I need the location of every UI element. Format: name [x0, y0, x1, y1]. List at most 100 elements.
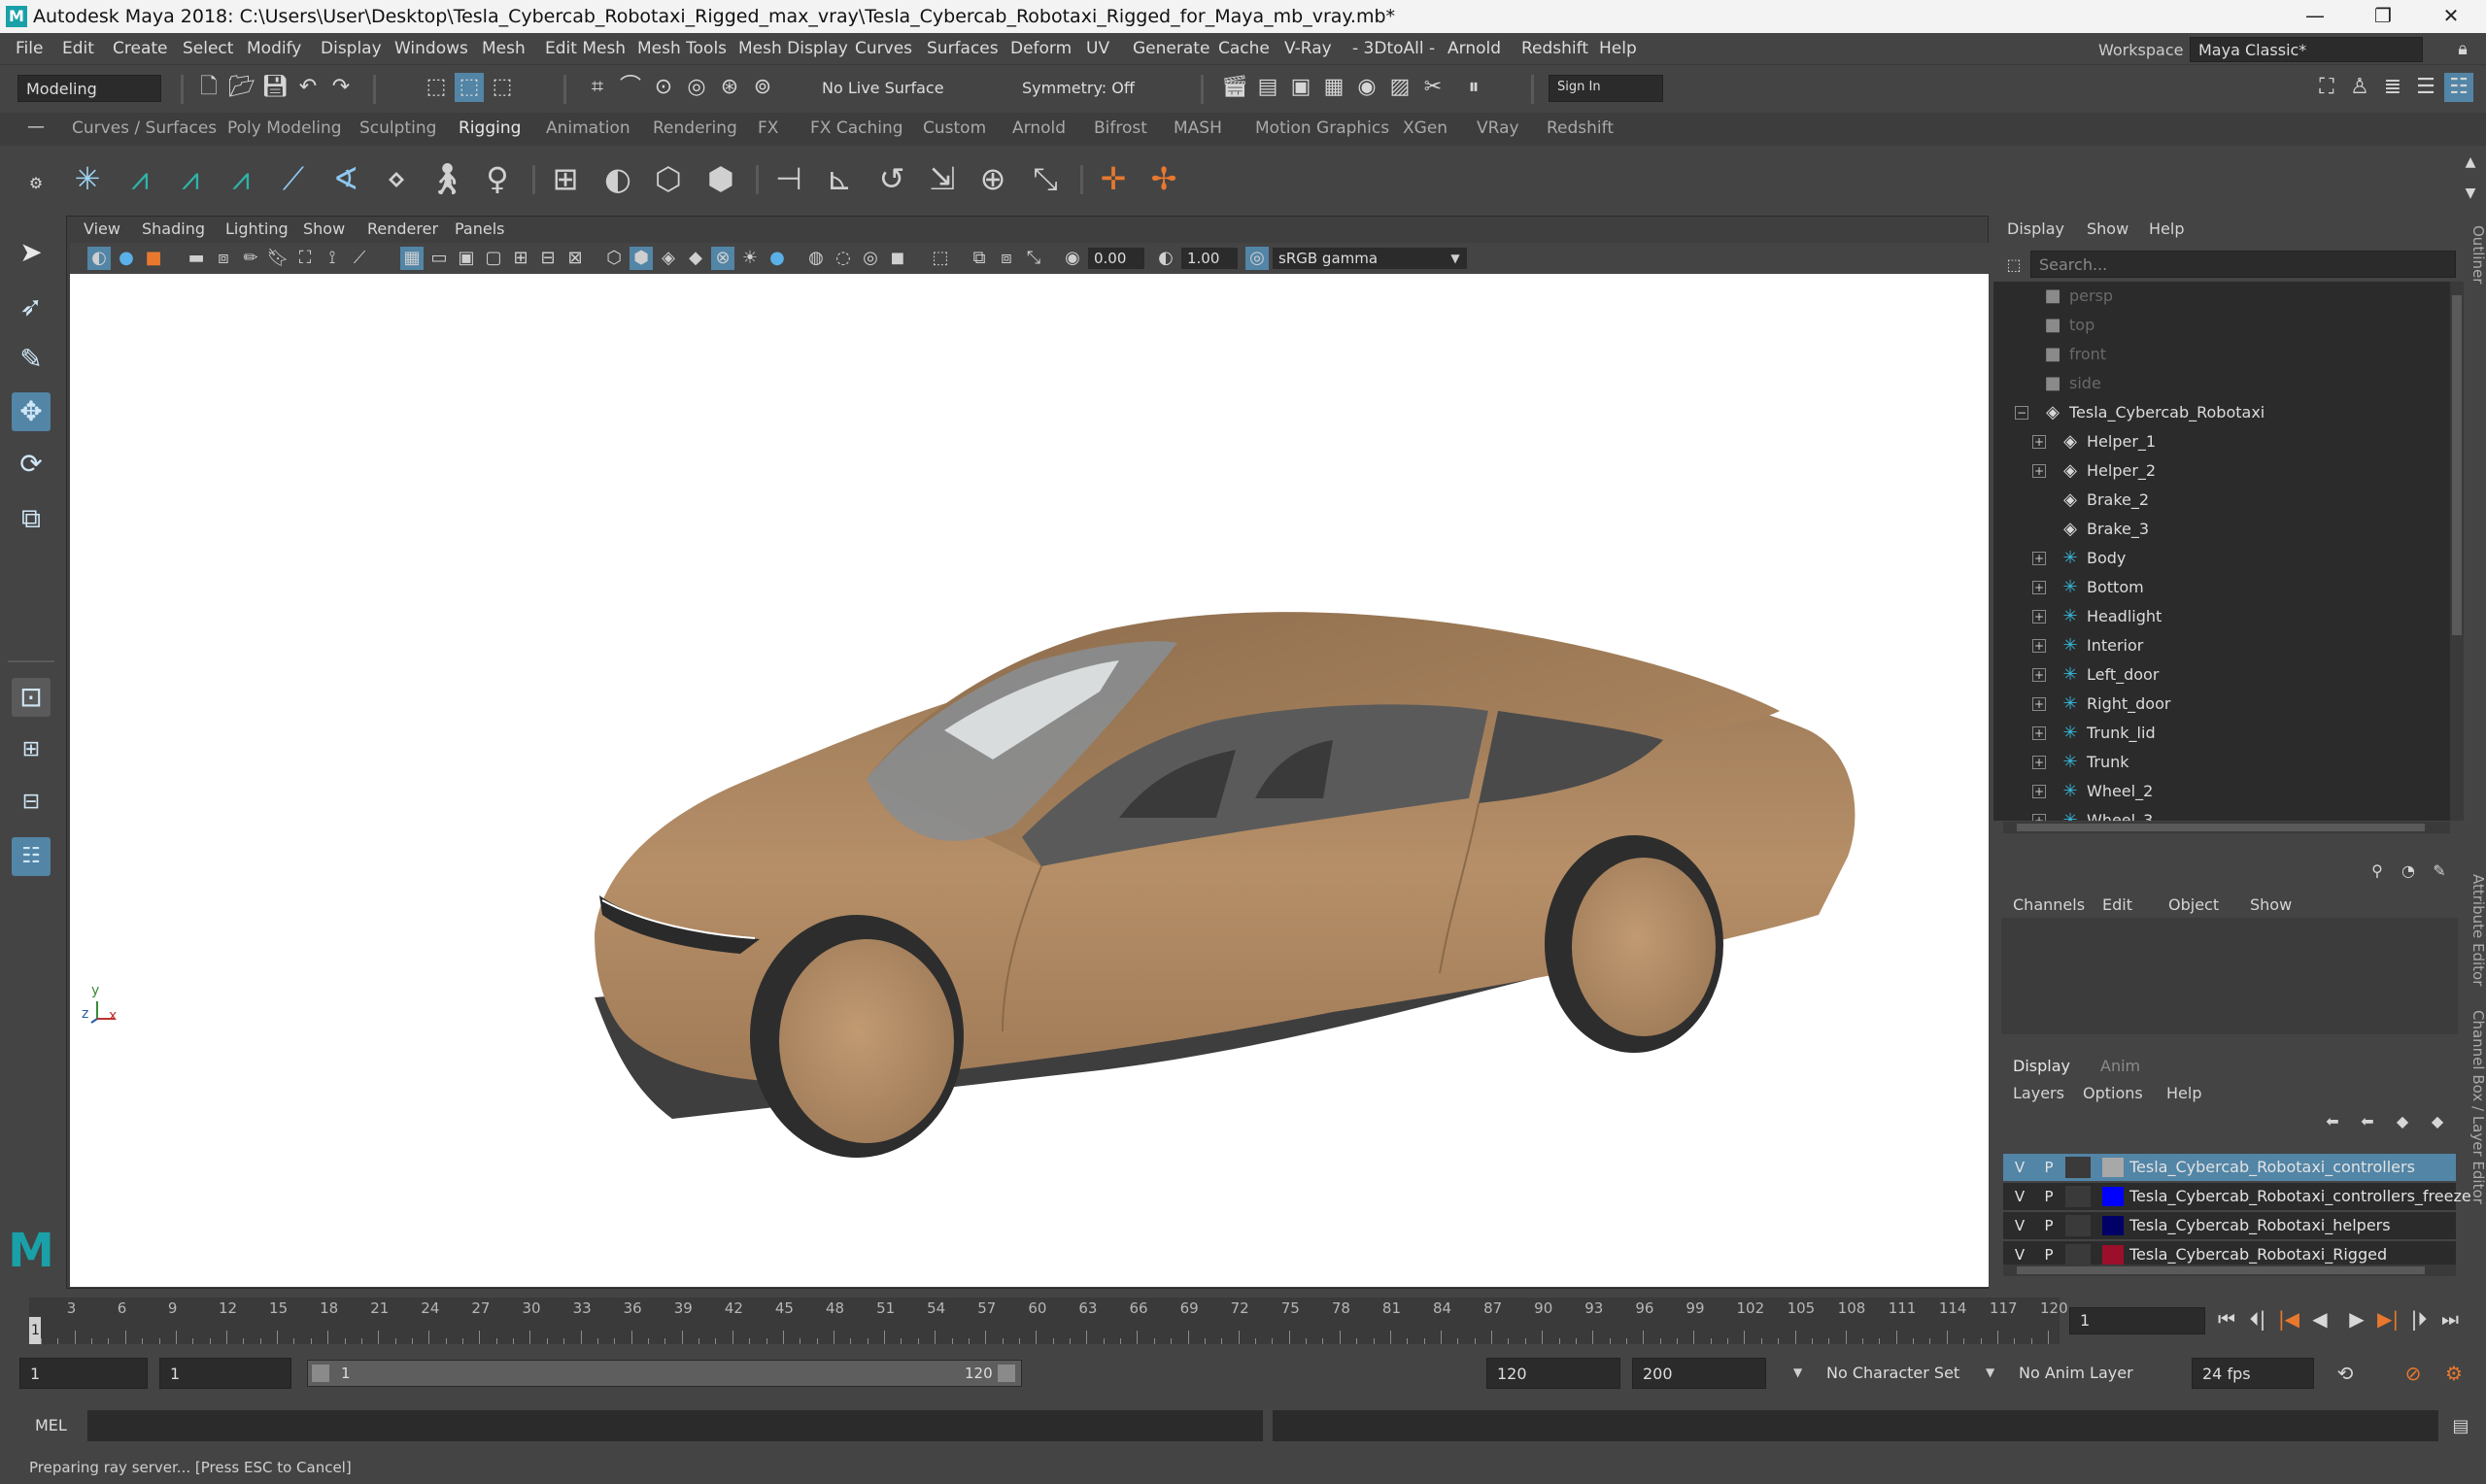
motion-blur-icon[interactable]: ◍ — [804, 247, 828, 270]
minimize-button[interactable]: — — [2281, 0, 2349, 33]
scrollbar-thumb[interactable] — [2017, 1266, 2425, 1274]
shelf-tab-xgen[interactable]: XGen — [1403, 118, 1447, 138]
shelf-tab-rigging[interactable]: Rigging — [459, 118, 521, 138]
layer-row[interactable]: V P Tesla_Cybercab_Robotaxi_controllers_fr… — [2003, 1183, 2471, 1210]
side-tab-channel-box[interactable]: Channel Box / Layer Editor — [2469, 1010, 2486, 1204]
parent-constraint-icon[interactable]: ⊣ — [767, 157, 810, 200]
layer-playback-toggle[interactable]: P — [2036, 1213, 2061, 1238]
step-forward-key-icon[interactable]: ▶| — [2374, 1305, 2401, 1332]
sign-in-button[interactable]: Sign In — [1549, 75, 1663, 102]
menu-surfaces[interactable]: Surfaces — [927, 39, 999, 58]
shelf-tab-fx-caching[interactable]: FX Caching — [810, 118, 903, 138]
viewport-menu-shading[interactable]: Shading — [142, 219, 205, 238]
layer-tab-anim[interactable]: Anim — [2100, 1057, 2140, 1075]
outliner-item[interactable]: ■ top — [1993, 311, 2450, 340]
frame-selection-icon[interactable]: ⤡ — [1022, 247, 1045, 270]
move-layer-up-icon[interactable]: ⬅ — [2318, 1107, 2347, 1136]
outliner-item[interactable]: ◈ Brake_3 — [1993, 515, 2450, 544]
layer-visibility-toggle[interactable]: V — [2007, 1155, 2032, 1180]
side-tab-attribute-editor[interactable]: Attribute Editor — [2469, 874, 2486, 986]
outliner-search-input[interactable]: Search... — [2030, 251, 2456, 278]
character-set-chevron-icon[interactable]: ▼ — [1793, 1366, 1802, 1379]
grease-pencil-icon[interactable]: ✏ — [239, 247, 262, 270]
bookmark-icon[interactable]: ■ — [142, 247, 165, 270]
locator-icon[interactable]: ✛ — [1092, 157, 1135, 200]
expand-icon[interactable]: + — [2032, 610, 2046, 624]
menu-mesh-display[interactable]: Mesh Display — [738, 39, 848, 58]
orient-joint-icon[interactable]: ∢ — [324, 157, 367, 200]
render-view-icon[interactable]: ▨ — [1385, 73, 1414, 102]
layer-playback-toggle[interactable]: P — [2036, 1155, 2061, 1180]
wrap-icon[interactable]: ⬡ — [647, 157, 690, 200]
menu-set-dropdown[interactable]: Modeling — [17, 75, 161, 102]
outliner-menu-show[interactable]: Show — [2087, 219, 2128, 238]
channelbox-menu-object[interactable]: Object — [2168, 895, 2219, 914]
side-tab-outliner[interactable]: Outliner — [2469, 225, 2486, 284]
workspace-dropdown[interactable]: Maya Classic* — [2190, 37, 2423, 62]
grid-icon[interactable]: ▦ — [400, 247, 424, 270]
viewport-menu-renderer[interactable]: Renderer — [367, 219, 438, 238]
menu-arnold[interactable]: Arnold — [1447, 39, 1501, 58]
shelf-menu-icon[interactable]: — — [21, 113, 51, 142]
expand-icon[interactable]: + — [2032, 697, 2046, 711]
auto-key-icon[interactable]: ⊘ — [2400, 1360, 2427, 1387]
outliner-item[interactable]: + ✳ Left_door — [1993, 660, 2450, 690]
viewport-menu-show[interactable]: Show — [303, 219, 345, 238]
menu-help[interactable]: Help — [1599, 39, 1637, 58]
select-component-icon[interactable]: ⬚ — [488, 73, 517, 102]
fps-dropdown[interactable]: 24 fps — [2192, 1358, 2314, 1389]
camera-attributes-icon[interactable]: ● — [115, 247, 138, 270]
attribute-icon[interactable]: ⚲ — [2363, 857, 2392, 886]
channelbox-menu-channels[interactable]: Channels — [2013, 895, 2085, 914]
go-to-end-icon[interactable]: ⏭ — [2436, 1305, 2464, 1332]
expand-icon[interactable]: + — [2032, 639, 2046, 653]
layer-color-swatch[interactable] — [2102, 1158, 2124, 1177]
menu-generate[interactable]: Generate — [1133, 39, 1209, 58]
display-layer-icon[interactable]: ⧉ — [968, 247, 991, 270]
2d-pan-zoom-icon[interactable]: ⧈ — [212, 247, 235, 270]
shelf-tab-fx[interactable]: FX — [758, 118, 778, 138]
orient-constraint-icon[interactable]: ↺ — [870, 157, 913, 200]
collapse-icon[interactable]: − — [2015, 406, 2028, 420]
aim-constraint-icon[interactable]: ⊕ — [971, 157, 1014, 200]
pause-render-icon[interactable]: ⏸ — [1459, 73, 1488, 102]
menu-create[interactable]: Create — [113, 39, 168, 58]
outliner-h-scrollbar[interactable] — [2003, 822, 2450, 833]
menu-curves[interactable]: Curves — [855, 39, 912, 58]
lasso-tool-icon[interactable]: ➶ — [12, 287, 51, 326]
resolution-gate-icon[interactable]: ⛶ — [293, 247, 317, 270]
snap-vertex-icon[interactable]: ⊚ — [748, 73, 777, 102]
viewport-menu-view[interactable]: View — [84, 219, 120, 238]
shelf-tab-poly-modeling[interactable]: Poly Modeling — [227, 118, 342, 138]
blend-shape-icon[interactable]: ⬢ — [699, 157, 742, 200]
animation-preferences-icon[interactable]: ⚙ — [2440, 1360, 2468, 1387]
mel-command-input[interactable] — [87, 1410, 1263, 1441]
field-chart-icon[interactable]: ⟋ — [348, 247, 371, 270]
script-editor-icon[interactable]: ▤ — [2446, 1412, 2475, 1441]
expand-icon[interactable]: + — [2032, 581, 2046, 594]
ik-handle-icon[interactable]: ⩘ — [119, 157, 161, 200]
cluster-icon[interactable]: ⊞ — [544, 157, 587, 200]
shelf-tab-redshift[interactable]: Redshift — [1547, 118, 1614, 138]
redo-icon[interactable]: ↷ — [326, 73, 356, 102]
animation-end-field[interactable]: 200 — [1632, 1358, 1766, 1389]
snap-surface-icon[interactable]: ⊛ — [715, 73, 744, 102]
playback-start-field[interactable]: 1 — [159, 1358, 291, 1389]
select-camera-icon[interactable]: ◐ — [87, 247, 111, 270]
outliner-layout-icon[interactable]: ☷ — [12, 837, 51, 876]
snap-curve-icon[interactable]: ⌒ — [616, 73, 645, 102]
channelbox-menu-edit[interactable]: Edit — [2102, 895, 2132, 914]
step-forward-frame-icon[interactable]: |⏵︎ — [2405, 1305, 2433, 1332]
insert-joint-icon[interactable]: ⩘ — [220, 157, 262, 200]
expand-icon[interactable]: + — [2032, 668, 2046, 682]
texture-icon[interactable]: ⊠ — [563, 247, 587, 270]
layer-row[interactable]: V P Tesla_Cybercab_Robotaxi_controllers — [2003, 1154, 2456, 1181]
new-layer-icon[interactable]: ◆ — [2388, 1107, 2417, 1136]
select-object-icon[interactable]: ⬚ — [455, 73, 484, 102]
shelf-tab-curves-surfaces[interactable]: Curves / Surfaces — [72, 118, 217, 138]
menu-vray[interactable]: V-Ray — [1284, 39, 1332, 58]
layer-row[interactable]: V P Tesla_Cybercab_Robotaxi_helpers — [2003, 1212, 2456, 1239]
outliner-item[interactable]: + ✳ Right_door — [1993, 690, 2450, 719]
select-highlight-icon[interactable]: ⬚ — [929, 247, 952, 270]
anim-layer-chevron-icon[interactable]: ▼ — [1986, 1366, 1994, 1379]
